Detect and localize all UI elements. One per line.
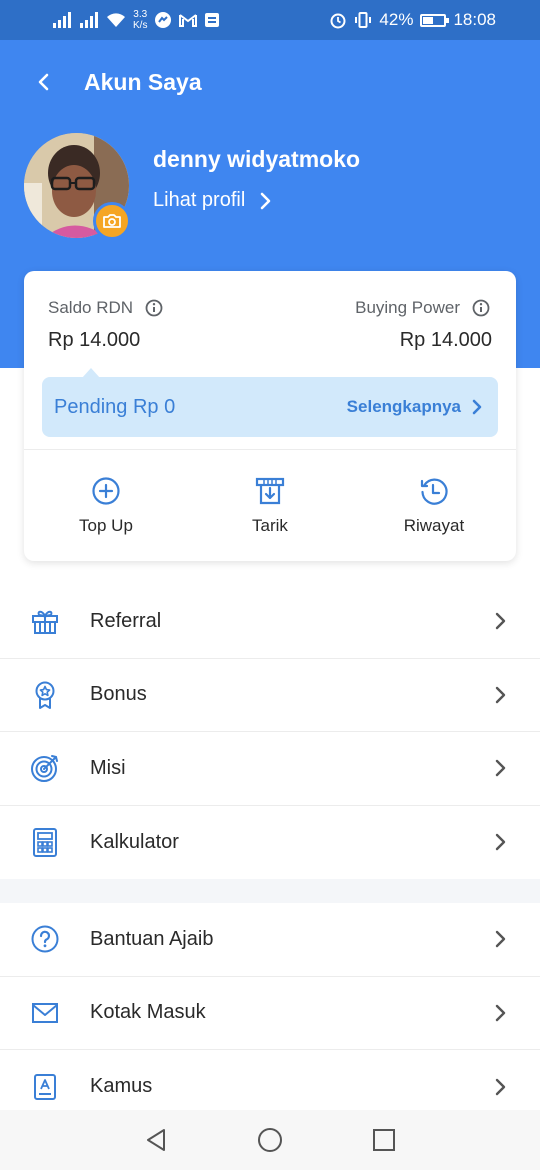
menu-item-label: Kamus xyxy=(90,1075,153,1098)
calculator-icon xyxy=(28,825,62,859)
card-divider xyxy=(24,449,516,450)
top-up-button[interactable]: Top Up xyxy=(24,476,188,536)
menu-item-label: Misi xyxy=(90,756,126,779)
info-icon[interactable] xyxy=(145,299,163,317)
dictionary-icon xyxy=(28,1070,62,1104)
chevron-right-icon xyxy=(495,613,506,630)
rdn-balance-value: Rp 14.000 xyxy=(48,329,141,351)
info-icon[interactable] xyxy=(472,299,490,317)
nav-recents-icon[interactable] xyxy=(371,1127,397,1153)
history-icon xyxy=(420,478,448,505)
nav-back-icon[interactable] xyxy=(143,1127,169,1153)
back-button[interactable] xyxy=(28,64,58,100)
chevron-right-icon xyxy=(495,834,506,851)
wifi-icon xyxy=(107,13,125,27)
camera-icon xyxy=(103,214,121,228)
menu-item-label: Referral xyxy=(90,609,162,632)
menu-secondary: Bantuan Ajaib Kotak Masuk Kamus xyxy=(0,903,540,1124)
signal-icon xyxy=(53,12,71,28)
rdn-balance-label-text: Saldo RDN xyxy=(48,298,134,317)
network-speed-value: 3.3 xyxy=(133,9,148,20)
mail-icon xyxy=(28,996,62,1030)
menu-primary: Referral Bonus Misi Kalkulator xyxy=(0,585,540,879)
status-bar-left: 3.3 K/s xyxy=(52,9,220,31)
chevron-left-icon xyxy=(38,73,49,91)
chevron-right-icon xyxy=(495,686,506,703)
chevron-right-icon xyxy=(472,399,482,415)
pending-details-label: Selengkapnya xyxy=(346,397,461,416)
buying-power-label-text: Buying Power xyxy=(355,298,460,317)
change-photo-button[interactable] xyxy=(93,202,131,240)
gift-icon xyxy=(28,604,62,638)
alarm-icon xyxy=(330,13,346,29)
signal-icon xyxy=(80,12,98,28)
withdraw-label: Tarik xyxy=(252,516,288,535)
menu-item-bonus[interactable]: Bonus xyxy=(0,659,540,732)
target-icon xyxy=(28,751,62,785)
menu-item-label: Kotak Masuk xyxy=(90,1001,206,1024)
chevron-right-icon xyxy=(260,192,271,209)
menu-item-label: Bonus xyxy=(90,683,147,706)
buying-power-value: Rp 14.000 xyxy=(399,329,492,351)
chevron-right-icon xyxy=(495,760,506,777)
withdraw-button[interactable]: Tarik xyxy=(188,476,352,536)
menu-item-bantuan-ajaib[interactable]: Bantuan Ajaib xyxy=(0,903,540,977)
chevron-right-icon xyxy=(495,1004,506,1021)
user-name: denny widyatmoko xyxy=(153,146,361,172)
gmail-icon xyxy=(179,14,198,27)
view-profile-label: Lihat profil xyxy=(153,189,246,211)
plus-circle-icon xyxy=(92,477,120,505)
status-bar: 3.3 K/s 42% 18:08 xyxy=(0,0,540,40)
network-speed-unit: K/s xyxy=(133,20,148,31)
chevron-right-icon xyxy=(495,931,506,948)
nav-home-icon[interactable] xyxy=(257,1127,283,1153)
menu-item-label: Kalkulator xyxy=(90,830,179,853)
balance-card: Saldo RDN Buying Power Rp 14.000 Rp 14.0… xyxy=(24,271,516,561)
chevron-right-icon xyxy=(495,1078,506,1095)
section-divider xyxy=(0,879,540,903)
menu-item-misi[interactable]: Misi xyxy=(0,732,540,806)
page-title: Akun Saya xyxy=(84,69,202,95)
pending-amount: Pending Rp 0 xyxy=(54,395,176,418)
history-label: Riwayat xyxy=(403,516,465,535)
history-button[interactable]: Riwayat xyxy=(352,476,516,536)
menu-item-kalkulator[interactable]: Kalkulator xyxy=(0,806,540,880)
view-profile-link[interactable]: Lihat profil xyxy=(153,189,271,212)
system-nav-bar xyxy=(0,1110,540,1170)
buying-power-label: Buying Power xyxy=(355,298,490,318)
help-icon xyxy=(28,922,62,956)
messenger-icon xyxy=(155,12,172,28)
vibrate-icon xyxy=(355,12,372,28)
menu-item-referral[interactable]: Referral xyxy=(0,585,540,659)
bank-app-icon xyxy=(205,13,220,27)
top-up-label: Top Up xyxy=(79,516,133,535)
menu-item-kotak-masuk[interactable]: Kotak Masuk xyxy=(0,977,540,1050)
clock: 18:08 xyxy=(453,10,496,29)
pending-banner[interactable]: Pending Rp 0 Selengkapnya xyxy=(42,377,498,437)
withdraw-icon xyxy=(255,477,285,505)
medal-icon xyxy=(28,678,62,712)
status-bar-right: 42% 18:08 xyxy=(329,10,496,30)
network-speed: 3.3 K/s xyxy=(133,9,147,31)
battery-percent: 42% xyxy=(379,10,414,29)
balance-actions: Top Up Tarik Riwayat xyxy=(24,476,516,536)
rdn-balance-label: Saldo RDN xyxy=(48,298,163,318)
pending-details-link[interactable]: Selengkapnya xyxy=(347,397,482,417)
menu-item-label: Bantuan Ajaib xyxy=(90,927,214,950)
battery-icon xyxy=(420,13,450,27)
